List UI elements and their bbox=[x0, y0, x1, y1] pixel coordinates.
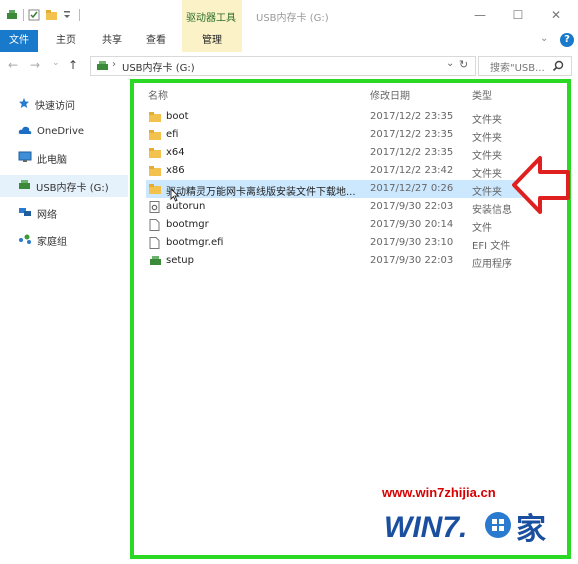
nav-label: 网络 bbox=[37, 209, 57, 221]
nav-item-this-pc[interactable]: 此电脑 bbox=[18, 150, 67, 166]
back-button[interactable]: ← bbox=[8, 58, 18, 72]
watermark-url: www.win7zhijia.cn bbox=[382, 485, 496, 500]
toolbar-divider bbox=[79, 9, 80, 21]
recent-locations-button[interactable]: ⌄ bbox=[52, 58, 60, 68]
maximize-button[interactable]: ☐ bbox=[504, 5, 532, 25]
usb-drive-icon bbox=[18, 179, 31, 193]
cloud-icon bbox=[18, 125, 32, 138]
nav-label: USB内存卡 (G:) bbox=[36, 182, 109, 194]
expand-ribbon-icon[interactable]: ⌄ bbox=[540, 33, 548, 44]
nav-label: OneDrive bbox=[37, 125, 85, 137]
nav-item-network[interactable]: 网络 bbox=[18, 205, 57, 221]
minimize-button[interactable]: — bbox=[466, 5, 494, 25]
nav-label: 家庭组 bbox=[37, 236, 67, 248]
nav-item-onedrive[interactable]: OneDrive bbox=[18, 123, 84, 139]
star-icon bbox=[18, 97, 30, 112]
toolbar-divider bbox=[23, 9, 24, 21]
tab-manage[interactable]: 管理 bbox=[182, 30, 242, 52]
tab-view[interactable]: 查看 bbox=[146, 30, 166, 52]
customize-dropdown-icon[interactable] bbox=[62, 9, 75, 21]
network-icon bbox=[18, 206, 32, 221]
forward-button[interactable]: → bbox=[30, 58, 40, 72]
drive-tools-label: 驱动器工具 bbox=[186, 13, 236, 24]
help-button[interactable]: ? bbox=[560, 33, 574, 47]
search-input[interactable]: 搜索"USB... bbox=[490, 59, 545, 74]
folder-icon[interactable] bbox=[45, 9, 58, 21]
tab-file[interactable]: 文件 bbox=[0, 30, 38, 52]
quick-access-toolbar bbox=[6, 6, 80, 24]
drive-icon[interactable] bbox=[6, 9, 19, 21]
svg-text:WIN7.: WIN7. bbox=[384, 511, 467, 544]
up-button[interactable]: ↑ bbox=[68, 58, 78, 72]
address-dropdown-button[interactable]: ⌄ bbox=[446, 58, 454, 69]
address-path[interactable]: USB内存卡 (G:) bbox=[122, 59, 195, 74]
nav-label: 快速访问 bbox=[35, 100, 75, 112]
svg-text:家: 家 bbox=[516, 512, 546, 547]
tab-share[interactable]: 共享 bbox=[102, 30, 122, 52]
breadcrumb-separator: › bbox=[112, 59, 116, 70]
nav-item-quick-access[interactable]: 快速访问 bbox=[18, 96, 75, 112]
usb-drive-icon bbox=[96, 60, 109, 74]
watermark-logo: WIN7. 家 bbox=[382, 505, 562, 547]
close-button[interactable]: ✕ bbox=[542, 5, 570, 25]
ribbon-bar bbox=[0, 30, 578, 53]
nav-item-usb-drive[interactable]: USB内存卡 (G:) bbox=[18, 178, 109, 194]
computer-icon bbox=[18, 151, 32, 166]
checkbox-icon[interactable] bbox=[28, 9, 41, 21]
refresh-button[interactable]: ↻ bbox=[459, 58, 468, 71]
tab-home[interactable]: 主页 bbox=[56, 30, 76, 52]
highlight-frame bbox=[130, 79, 571, 559]
homegroup-icon bbox=[18, 233, 32, 248]
red-arrow-icon bbox=[512, 154, 572, 219]
search-icon[interactable] bbox=[552, 60, 564, 75]
window-title: USB内存卡 (G:) bbox=[256, 13, 329, 24]
nav-item-homegroup[interactable]: 家庭组 bbox=[18, 232, 67, 248]
nav-label: 此电脑 bbox=[37, 154, 67, 166]
